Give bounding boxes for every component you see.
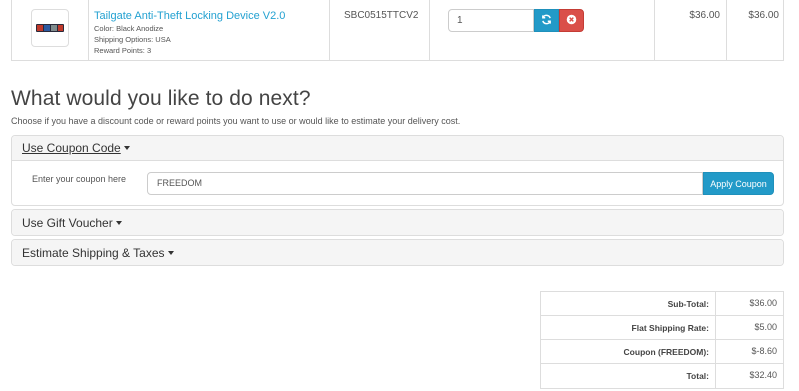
product-model: SBC0515TTCV2 bbox=[344, 10, 419, 21]
caret-down-icon bbox=[123, 146, 130, 150]
coupon-panel-toggle[interactable]: Use Coupon Code bbox=[12, 136, 783, 161]
unit-price-cell: $36.00 bbox=[655, 0, 727, 60]
times-circle-icon bbox=[566, 14, 577, 28]
unit-price: $36.00 bbox=[689, 10, 720, 21]
cart-table-row: Tailgate Anti-Theft Locking Device V2.0 … bbox=[11, 0, 784, 61]
totals-value: $32.40 bbox=[749, 370, 777, 380]
voucher-panel-title: Use Gift Voucher bbox=[22, 215, 113, 230]
name-cell: Tailgate Anti-Theft Locking Device V2.0 … bbox=[89, 0, 330, 60]
product-name-link[interactable]: Tailgate Anti-Theft Locking Device V2.0 bbox=[94, 10, 285, 22]
model-cell: SBC0515TTCV2 bbox=[330, 0, 430, 60]
totals-row: Total: $32.40 bbox=[541, 364, 783, 388]
totals-row: Sub-Total: $36.00 bbox=[541, 292, 783, 316]
totals-row: Coupon (FREEDOM): $-8.60 bbox=[541, 340, 783, 364]
coupon-field-label: Enter your coupon here bbox=[32, 174, 127, 184]
totals-label: Flat Shipping Rate: bbox=[541, 316, 716, 339]
caret-down-icon bbox=[115, 220, 122, 225]
shipping-panel-toggle[interactable]: Estimate Shipping & Taxes bbox=[12, 240, 783, 265]
totals-label: Sub-Total: bbox=[541, 292, 716, 315]
totals-value: $5.00 bbox=[754, 322, 777, 332]
voucher-panel-toggle[interactable]: Use Gift Voucher bbox=[12, 210, 783, 235]
caret-down-icon bbox=[167, 250, 174, 255]
refresh-icon bbox=[541, 14, 552, 28]
product-option: Reward Points: 3 bbox=[94, 46, 152, 55]
product-option: Color: Black Anodize bbox=[94, 24, 164, 33]
remove-item-button[interactable] bbox=[559, 9, 584, 32]
shipping-panel: Estimate Shipping & Taxes bbox=[11, 239, 784, 266]
coupon-panel: Use Coupon Code Enter your coupon here F… bbox=[11, 135, 784, 206]
shipping-panel-title: Estimate Shipping & Taxes bbox=[22, 245, 165, 260]
totals-row: Flat Shipping Rate: $5.00 bbox=[541, 316, 783, 340]
update-quantity-button[interactable] bbox=[534, 9, 559, 32]
product-thumbnail[interactable] bbox=[31, 9, 69, 47]
quantity-cell: 1 bbox=[430, 0, 655, 60]
voucher-panel: Use Gift Voucher bbox=[11, 209, 784, 236]
coupon-panel-title: Use Coupon Code bbox=[22, 141, 121, 155]
total-price-cell: $36.00 bbox=[727, 0, 785, 60]
line-total: $36.00 bbox=[748, 10, 779, 21]
product-option: Shipping Options: USA bbox=[94, 35, 171, 44]
quantity-input[interactable]: 1 bbox=[448, 9, 534, 32]
totals-table: Sub-Total: $36.00 Flat Shipping Rate: $5… bbox=[540, 291, 784, 389]
totals-label: Total: bbox=[541, 364, 716, 388]
next-steps-subtitle: Choose if you have a discount code or re… bbox=[11, 116, 461, 126]
image-cell bbox=[12, 0, 89, 60]
totals-value: $-8.60 bbox=[751, 346, 777, 356]
totals-label: Coupon (FREEDOM): bbox=[541, 340, 716, 363]
totals-value: $36.00 bbox=[749, 298, 777, 308]
coupon-input[interactable]: FREEDOM bbox=[147, 172, 703, 195]
apply-coupon-button[interactable]: Apply Coupon bbox=[703, 172, 774, 195]
next-steps-title: What would you like to do next? bbox=[11, 87, 311, 110]
